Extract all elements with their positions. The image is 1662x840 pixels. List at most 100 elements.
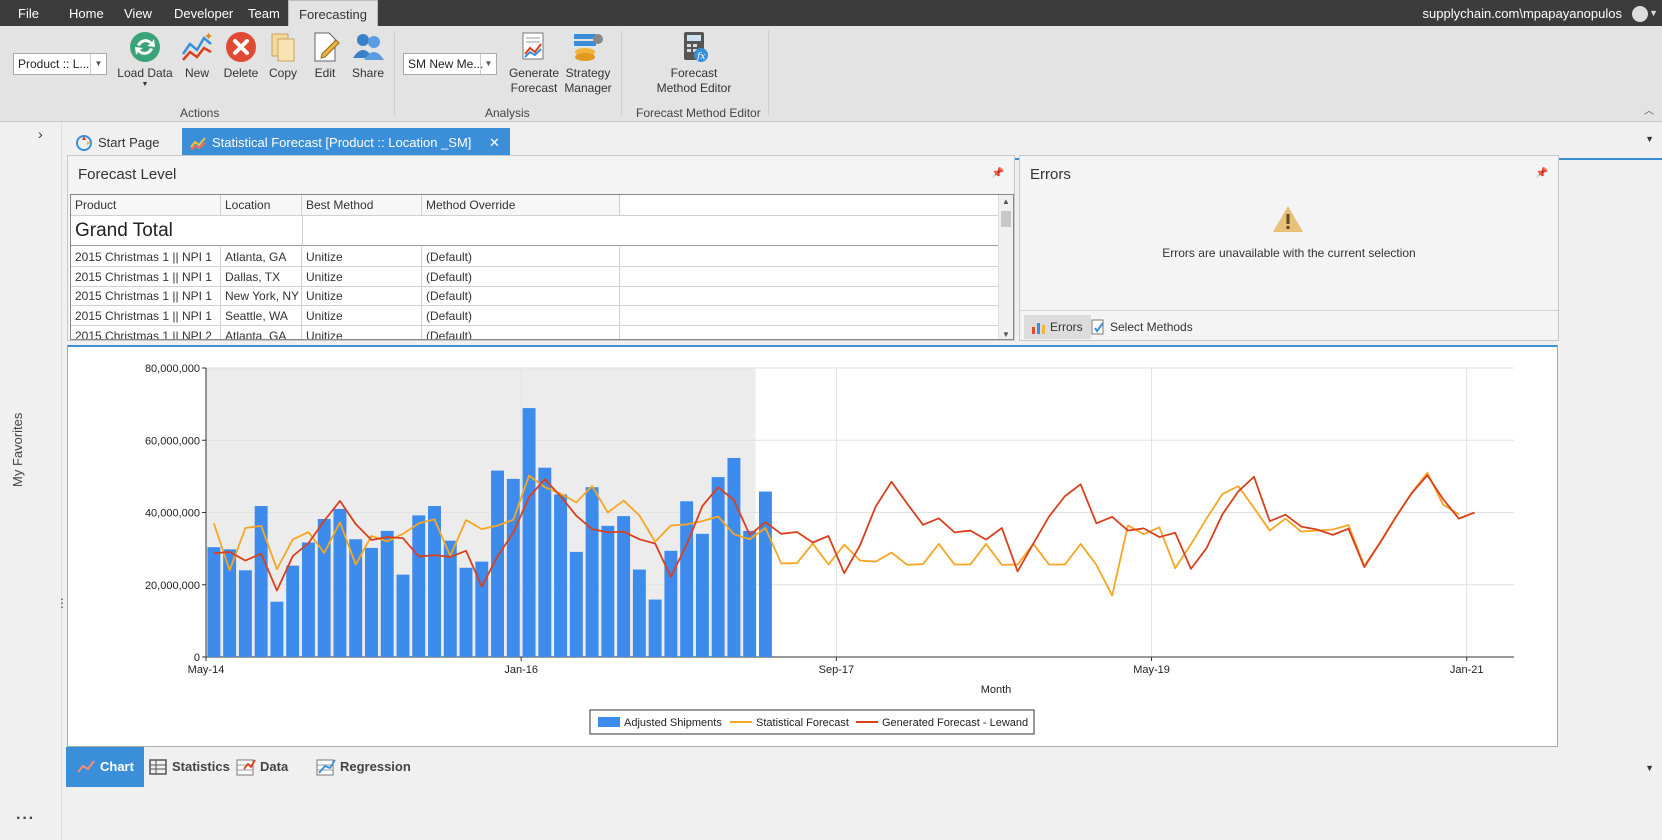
table-row[interactable]: 2015 Christmas 1 || NPI 1 Seattle, WA Unit… (71, 306, 1001, 327)
warning-icon (1273, 206, 1303, 232)
chevron-down-icon[interactable]: ▼ (1645, 763, 1654, 773)
bar-adjusted-shipments (270, 601, 284, 657)
grand-total-row[interactable]: Grand Total (71, 216, 1001, 246)
cell-product: 2015 Christmas 1 || NPI 1 (71, 306, 221, 327)
chevron-down-icon[interactable]: ▼ (90, 54, 106, 74)
analysis-group-label: Analysis (485, 106, 530, 120)
new-chart-icon: ✦ (181, 30, 213, 61)
share-label: Share (351, 66, 385, 80)
load-data-button[interactable]: Load Data ▼ (116, 30, 174, 89)
menu-developer[interactable]: Developer (164, 0, 243, 26)
bar-adjusted-shipments (380, 530, 394, 657)
table-row[interactable]: 2015 Christmas 1 || NPI 2 Atlanta, GA Unit… (71, 325, 1001, 339)
tab-chart[interactable]: Chart (66, 747, 144, 787)
avatar[interactable] (1632, 6, 1648, 22)
edit-button[interactable]: Edit (308, 30, 342, 81)
table-row[interactable]: 2015 Christmas 1 || NPI 1 Dallas, TX Uniti… (71, 266, 1001, 287)
method-combo[interactable]: SM New Me... ▼ (403, 53, 497, 75)
menu-forecasting[interactable]: Forecasting (288, 0, 378, 26)
bar-adjusted-shipments (223, 549, 237, 657)
pin-icon[interactable]: 📌 (992, 168, 1004, 179)
scroll-down-icon[interactable]: ▼ (1002, 330, 1010, 339)
bar-adjusted-shipments (617, 516, 631, 657)
bar-adjusted-shipments (238, 570, 252, 657)
tab-start-page[interactable]: Start Page (68, 128, 169, 158)
forecast-method-editor-button[interactable]: fx Forecast Method Editor (648, 30, 740, 96)
close-icon[interactable]: ✕ (489, 135, 500, 150)
cell-method-override: (Default) (422, 286, 620, 307)
grid-header: Product Location Best Method Method Over… (71, 195, 1001, 216)
forecast-level-combo[interactable]: Product :: L... ▼ (13, 53, 107, 75)
x-tick-label: Jan-21 (1450, 664, 1484, 676)
menu-file[interactable]: File (8, 0, 49, 26)
tab-errors[interactable]: Errors (1024, 315, 1091, 339)
more-options-icon[interactable]: ··· (16, 810, 35, 828)
table-row[interactable]: 2015 Christmas 1 || NPI 1 Atlanta, GA Unit… (71, 247, 1001, 267)
share-button[interactable]: Share (348, 30, 388, 81)
strategy-manager-label-2: Manager (564, 81, 612, 95)
menu-home[interactable]: Home (59, 0, 114, 26)
menu-bar: File Home View Developer Team Forecastin… (0, 0, 1662, 26)
forecast-method-editor-label-1: Forecast (670, 66, 718, 80)
tab-data[interactable]: Data (226, 747, 298, 787)
splitter-grip-icon[interactable]: ⋮ (56, 597, 68, 609)
collapse-ribbon-icon[interactable]: ︿ (1644, 102, 1654, 117)
copy-button[interactable]: Copy (266, 30, 300, 81)
bottom-tabs: Chart Statistics Data Regression ▼ (62, 747, 1662, 840)
generate-forecast-button[interactable]: Generate Forecast (506, 30, 562, 96)
menu-team[interactable]: Team (238, 0, 290, 26)
table-row[interactable]: 2015 Christmas 1 || NPI 1 New York, NY Uni… (71, 286, 1001, 307)
delete-label: Delete (223, 66, 259, 80)
tab-errors-label: Errors (1050, 320, 1083, 334)
column-header-location[interactable]: Location (221, 195, 302, 215)
scroll-up-icon[interactable]: ▲ (1002, 197, 1010, 206)
refresh-icon (130, 32, 160, 62)
generate-forecast-label-2: Forecast (510, 81, 558, 95)
strategy-manager-button[interactable]: Strategy Manager (562, 30, 614, 96)
generate-forecast-label-1: Generate (508, 66, 560, 80)
delete-button[interactable]: Delete (222, 30, 260, 81)
user-account[interactable]: supplychain.com\mpapayanopulos (1423, 0, 1622, 28)
bar-adjusted-shipments (632, 569, 646, 657)
menu-view[interactable]: View (114, 0, 162, 26)
cell-best-method: Unitize (302, 325, 422, 339)
edit-label: Edit (314, 66, 336, 80)
tab-list-dropdown-icon[interactable]: ▼ (1645, 134, 1654, 144)
grand-total-label: Grand Total (75, 220, 173, 241)
errors-title: Errors (1030, 166, 1071, 183)
my-favorites-label[interactable]: My Favorites (10, 413, 25, 487)
forecast-chart-icon (190, 137, 206, 151)
pin-icon[interactable]: 📌 (1536, 168, 1548, 179)
copy-label: Copy (268, 66, 297, 80)
expand-panel-icon[interactable]: › (38, 126, 43, 142)
grid-scrollbar[interactable]: ▲ ▼ (998, 195, 1013, 339)
bar-adjusted-shipments (569, 551, 583, 657)
new-button[interactable]: ✦ New (180, 30, 214, 81)
bar-adjusted-shipments (554, 494, 568, 657)
tab-select-methods[interactable]: Select Methods (1084, 315, 1201, 339)
chevron-down-icon[interactable]: ▼ (1649, 8, 1658, 18)
chevron-down-icon[interactable]: ▼ (480, 54, 496, 74)
tab-statistics[interactable]: Statistics (138, 747, 240, 787)
x-tick-label: Jan-16 (504, 664, 538, 676)
x-tick-label: May-14 (188, 664, 225, 676)
tab-regression[interactable]: Regression (306, 747, 421, 787)
legend-label-generated: Generated Forecast - Lewand (882, 717, 1028, 729)
errors-panel: Errors 📌 Errors are unavailable with the… (1019, 155, 1559, 341)
scroll-thumb[interactable] (1001, 211, 1011, 227)
column-header-product[interactable]: Product (71, 195, 221, 215)
legend-label-statistical: Statistical Forecast (756, 717, 849, 729)
y-tick-label: 80,000,000 (145, 363, 200, 375)
cell-location: Atlanta, GA (221, 325, 302, 339)
cell-best-method: Unitize (302, 266, 422, 287)
bar-adjusted-shipments (443, 540, 457, 657)
bar-adjusted-shipments (758, 491, 772, 657)
column-header-best-method[interactable]: Best Method (302, 195, 422, 215)
tab-statistical-forecast[interactable]: Statistical Forecast [Product :: Locatio… (182, 128, 510, 158)
bar-adjusted-shipments (286, 565, 300, 657)
tab-regression-label: Regression (340, 759, 411, 774)
forecast-chart[interactable]: 0 20,000,000 40,000,000 60,000,000 80,000,00… (68, 347, 1557, 747)
cell-product: 2015 Christmas 1 || NPI 1 (71, 266, 221, 287)
x-tick-label: May-19 (1133, 664, 1170, 676)
column-header-method-override[interactable]: Method Override (422, 195, 620, 215)
